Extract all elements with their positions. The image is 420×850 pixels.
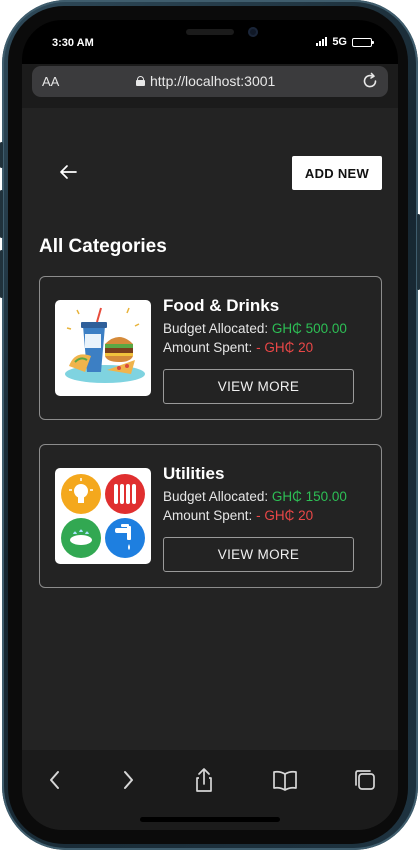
- bookmarks-icon[interactable]: [271, 766, 299, 794]
- url-text: http://localhost:3001: [150, 73, 276, 89]
- phone-volume-down-button: [0, 250, 3, 298]
- budget-line: Budget Allocated: GH₵ 500.00: [163, 321, 347, 336]
- reload-icon[interactable]: [360, 71, 380, 91]
- add-new-button[interactable]: ADD NEW: [292, 156, 382, 190]
- phone-screen: 3:30 AM 5G AA http://localhost:3001 ADD: [22, 20, 398, 830]
- notch: [110, 20, 310, 50]
- lock-icon: [136, 76, 145, 86]
- phone-side-button: [0, 142, 3, 168]
- address-bar[interactable]: AA http://localhost:3001: [32, 66, 388, 97]
- speaker: [186, 29, 234, 35]
- browser-address-area: AA http://localhost:3001: [22, 64, 398, 108]
- view-more-button[interactable]: VIEW MORE: [163, 369, 354, 404]
- spent-label: Amount Spent:: [163, 508, 253, 523]
- tabs-icon[interactable]: [351, 766, 379, 794]
- food-drinks-image: [55, 300, 151, 396]
- url-display[interactable]: http://localhost:3001: [136, 73, 275, 89]
- budget-label: Budget Allocated:: [163, 489, 269, 504]
- phone-volume-up-button: [0, 190, 3, 238]
- spent-line: Amount Spent: - GH₵ 20: [163, 340, 313, 355]
- network-label: 5G: [332, 36, 347, 48]
- utilities-illustration: [61, 474, 145, 558]
- category-name: Food & Drinks: [163, 296, 280, 315]
- budget-value: GH₵ 500.00: [271, 321, 347, 336]
- spent-value: - GH₵ 20: [256, 508, 314, 523]
- signal-icon: [316, 37, 328, 46]
- back-icon[interactable]: [41, 766, 69, 794]
- budget-value: GH₵ 150.00: [271, 489, 347, 504]
- budget-line: Budget Allocated: GH₵ 150.00: [163, 489, 347, 504]
- category-card: Food & Drinks Budget Allocated: GH₵ 500.…: [39, 276, 382, 420]
- home-indicator[interactable]: [140, 817, 280, 822]
- back-arrow-icon[interactable]: [56, 160, 80, 184]
- front-camera: [248, 27, 258, 37]
- spent-value: - GH₵ 20: [256, 340, 314, 355]
- status-time: 3:30 AM: [52, 37, 94, 49]
- status-indicators: 5G: [316, 36, 374, 48]
- spent-line: Amount Spent: - GH₵ 20: [163, 508, 313, 523]
- spent-label: Amount Spent:: [163, 340, 253, 355]
- utilities-image: [55, 468, 151, 564]
- category-name: Utilities: [163, 464, 225, 483]
- text-size-button[interactable]: AA: [42, 74, 59, 89]
- budget-label: Budget Allocated:: [163, 321, 269, 336]
- category-card: Utilities Budget Allocated: GH₵ 150.00 A…: [39, 444, 382, 588]
- view-more-button[interactable]: VIEW MORE: [163, 537, 354, 572]
- forward-icon[interactable]: [114, 766, 142, 794]
- battery-icon: [352, 37, 374, 47]
- page-title: All Categories: [39, 236, 167, 257]
- food-drinks-illustration: [65, 307, 145, 383]
- page-content: ADD NEW All Categories Food & Drinks Bud…: [22, 108, 398, 750]
- share-icon[interactable]: [190, 766, 218, 794]
